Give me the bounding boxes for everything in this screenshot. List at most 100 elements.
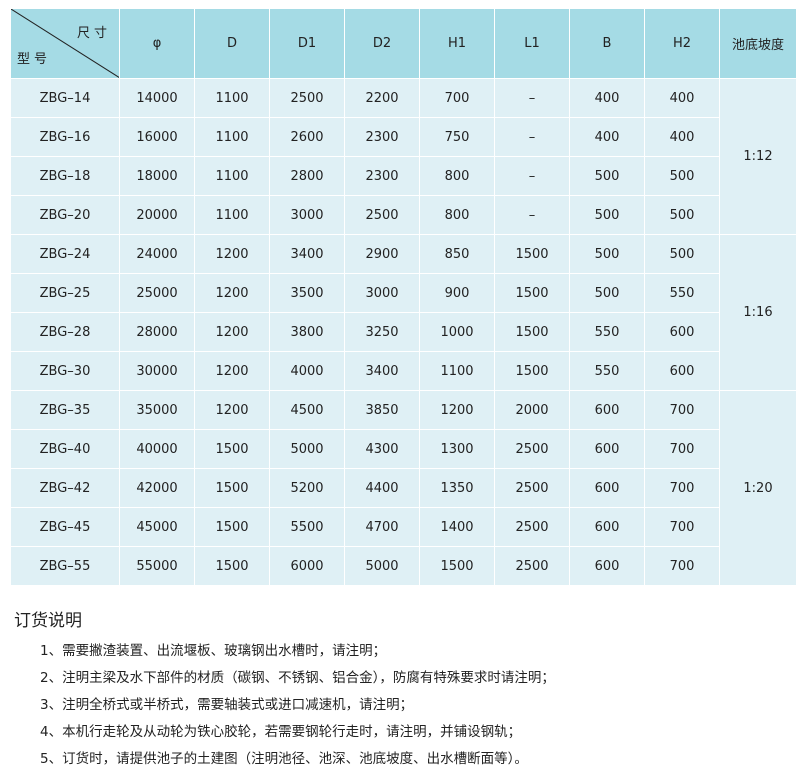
column-header: H2: [644, 8, 720, 79]
value-cell: 1500: [494, 273, 570, 313]
value-cell: 35000: [119, 390, 195, 430]
model-cell: ZBG–45: [10, 507, 120, 547]
value-cell: –: [494, 117, 570, 157]
value-cell: 2500: [494, 507, 570, 547]
value-cell: 3000: [269, 195, 345, 235]
table-row: ZBG–35 35000 1200 4500 3850 1200 2000 600 700 1:2…: [10, 390, 797, 586]
value-cell: 42000: [119, 468, 195, 508]
table-row: ZBG–55 55000 1500 6000 5000 1500 2500 600 700: [10, 546, 797, 586]
model-cell: ZBG–55: [10, 546, 120, 586]
slope-cell: 1:20: [719, 390, 797, 586]
value-cell: 1400: [419, 507, 495, 547]
table-body: ZBG–14 14000 1100 2500 2200 700–400 400 1:12 ZBG…: [10, 78, 797, 586]
value-cell: 500: [569, 195, 645, 235]
value-cell: 800: [419, 156, 495, 196]
header-dimension-label: 尺寸: [76, 26, 111, 41]
table-row: ZBG–28 28000 1200 3800 3250 1000 1500 550 600: [10, 312, 797, 352]
value-cell: 550: [569, 351, 645, 391]
value-cell: 3500: [269, 273, 345, 313]
model-cell: ZBG–28: [10, 312, 120, 352]
value-cell: 1300: [419, 429, 495, 469]
value-cell: 1500: [419, 546, 495, 586]
value-cell: 550: [569, 312, 645, 352]
note-item: 1、需要撇渣装置、出流堰板、玻璃钢出水槽时，请注明；: [40, 643, 387, 659]
value-cell: 500: [569, 234, 645, 274]
value-cell: 5500: [269, 507, 345, 547]
value-cell: 500: [644, 234, 720, 274]
value-cell: 600: [569, 468, 645, 508]
value-cell: 2600: [269, 117, 345, 157]
value-cell: 700: [419, 78, 495, 118]
value-cell: 1200: [194, 234, 270, 274]
notes-list: 1、需要撇渣装置、出流堰板、玻璃钢出水槽时，请注明； 2、注明主梁及水下部件的材…: [14, 641, 794, 776]
header-model-label: 型号: [17, 52, 52, 67]
value-cell: 400: [644, 78, 720, 118]
value-cell: 5000: [269, 429, 345, 469]
value-cell: 3850: [344, 390, 420, 430]
value-cell: 1500: [494, 234, 570, 274]
value-cell: 1200: [194, 390, 270, 430]
value-cell: 700: [644, 429, 720, 469]
table-row: ZBG–45 45000 1500 5500 4700 1400 2500 600 700: [10, 507, 797, 547]
value-cell: –: [494, 78, 570, 118]
value-cell: 600: [569, 546, 645, 586]
value-cell: 5200: [269, 468, 345, 508]
value-cell: 25000: [119, 273, 195, 313]
value-cell: 28000: [119, 312, 195, 352]
column-header: φ: [119, 8, 195, 79]
value-cell: 600: [569, 390, 645, 430]
table-row: ZBG–42 42000 1500 5200 4400 1350 2500 600 700: [10, 468, 797, 508]
model-cell: ZBG–25: [10, 273, 120, 313]
table-row: ZBG–20 20000 1100 3000 2500 800–500 500: [10, 195, 797, 235]
value-cell: 2500: [494, 429, 570, 469]
model-cell: ZBG–35: [10, 390, 120, 430]
value-cell: 700: [644, 390, 720, 430]
value-cell: 2000: [494, 390, 570, 430]
value-cell: 400: [569, 117, 645, 157]
table-header-row: 尺寸 型号 φ D D1 D2 H1 L1 B H2 池底坡度: [10, 8, 797, 79]
model-cell: ZBG–40: [10, 429, 120, 469]
value-cell: 2200: [344, 78, 420, 118]
value-cell: 750: [419, 117, 495, 157]
column-header: L1: [494, 8, 570, 79]
value-cell: 550: [644, 273, 720, 313]
value-cell: 2800: [269, 156, 345, 196]
model-cell: ZBG–16: [10, 117, 120, 157]
table-row: ZBG–14 14000 1100 2500 2200 700–400 400 1:12: [10, 78, 797, 235]
column-header: D1: [269, 8, 345, 79]
value-cell: 900: [419, 273, 495, 313]
column-header: D: [194, 8, 270, 79]
value-cell: –: [494, 195, 570, 235]
value-cell: 400: [644, 117, 720, 157]
value-cell: 2500: [344, 195, 420, 235]
note-item: 5、订货时，请提供池子的土建图（注明池径、池深、池底坡度、出水槽断面等）。: [40, 751, 528, 767]
value-cell: 5000: [344, 546, 420, 586]
value-cell: 3000: [344, 273, 420, 313]
notes-title: 订货说明: [14, 611, 82, 631]
value-cell: 14000: [119, 78, 195, 118]
value-cell: 1500: [494, 351, 570, 391]
table-row: ZBG–16 16000 1100 2600 2300 750–400 400: [10, 117, 797, 157]
model-cell: ZBG–42: [10, 468, 120, 508]
value-cell: 2500: [494, 546, 570, 586]
value-cell: 600: [644, 312, 720, 352]
value-cell: 1350: [419, 468, 495, 508]
value-cell: 4000: [269, 351, 345, 391]
value-cell: 24000: [119, 234, 195, 274]
column-header-slope: 池底坡度: [719, 8, 797, 79]
value-cell: 850: [419, 234, 495, 274]
note-item: 2、注明主梁及水下部件的材质（碳钢、不锈钢、铝合金），防腐有特殊要求时请注明；: [40, 670, 555, 686]
value-cell: 4500: [269, 390, 345, 430]
value-cell: 1500: [194, 429, 270, 469]
model-cell: ZBG–24: [10, 234, 120, 274]
table-row: ZBG–24 24000 1200 3400 2900 850 1500 500 500 1:16: [10, 234, 797, 391]
value-cell: 1100: [194, 117, 270, 157]
model-cell: ZBG–14: [10, 78, 120, 118]
value-cell: 55000: [119, 546, 195, 586]
value-cell: 800: [419, 195, 495, 235]
table-row: ZBG–25 25000 1200 3500 3000 900 1500 500 550: [10, 273, 797, 313]
note-item: 4、本机行走轮及从动轮为铁心胶轮，若需要钢轮行走时，请注明，并铺设钢轨；: [40, 724, 522, 740]
value-cell: 600: [644, 351, 720, 391]
value-cell: 500: [644, 156, 720, 196]
value-cell: 18000: [119, 156, 195, 196]
